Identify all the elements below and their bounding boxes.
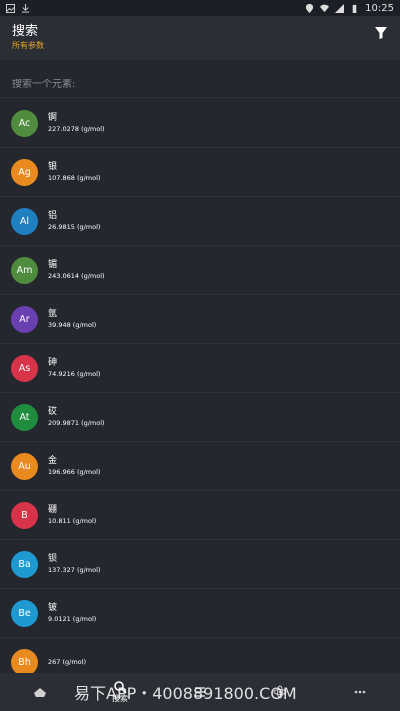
search-row xyxy=(0,60,400,98)
wifi-icon xyxy=(320,4,330,12)
element-mass: 209.9871 (g/mol) xyxy=(48,419,105,427)
filter-icon[interactable] xyxy=(374,26,388,40)
element-name: 砹 xyxy=(48,407,58,417)
list-item-text: 267 (g/mol) xyxy=(48,657,86,667)
element-mass: 9.0121 (g/mol) xyxy=(48,615,97,623)
watermark: 易下APP・4008891800.COM xyxy=(74,684,297,703)
list-item[interactable]: As 砷 74.9216 (g/mol) xyxy=(0,344,400,393)
nav-item-home[interactable] xyxy=(0,673,80,711)
element-name: 金 xyxy=(48,456,58,466)
list-item[interactable]: Am 镅 243.0614 (g/mol) xyxy=(0,246,400,295)
nav-item-more[interactable] xyxy=(320,673,400,711)
list-item[interactable]: Ac 锕 227.0278 (g/mol) xyxy=(0,99,400,148)
element-symbol-badge: Am xyxy=(11,256,38,284)
element-name: 砷 xyxy=(48,358,58,368)
list-item[interactable]: B 硼 10.811 (g/mol) xyxy=(0,491,400,540)
status-left xyxy=(6,3,30,13)
element-mass: 10.811 (g/mol) xyxy=(48,517,97,525)
list-item-text: 镅 243.0614 (g/mol) xyxy=(48,259,105,281)
element-symbol-badge: Au xyxy=(11,452,38,480)
status-right: 10:25 xyxy=(305,3,394,14)
list-item[interactable]: Au 金 196.966 (g/mol) xyxy=(0,442,400,491)
element-name: 钡 xyxy=(48,554,58,564)
home-icon xyxy=(34,688,46,697)
list-item-text: 铍 9.0121 (g/mol) xyxy=(48,602,96,624)
list-item-text: 氩 39.948 (g/mol) xyxy=(48,308,96,330)
signal-icon xyxy=(335,3,345,13)
list-item[interactable]: Bh 267 (g/mol) xyxy=(0,638,400,673)
list-item-text: 砷 74.9216 (g/mol) xyxy=(48,357,100,379)
list-item-text: 金 196.966 (g/mol) xyxy=(48,455,100,477)
location-icon xyxy=(306,3,314,13)
element-symbol-badge: Ag xyxy=(11,158,38,186)
list-item-text: 锕 227.0278 (g/mol) xyxy=(48,112,105,134)
list-item[interactable]: Ba 钡 137.327 (g/mol) xyxy=(0,540,400,589)
element-list: Ac 锕 227.0278 (g/mol) Ag 银 107.868 (g/mo… xyxy=(0,99,400,673)
element-mass: 196.966 (g/mol) xyxy=(48,468,101,476)
element-mass: 107.868 (g/mol) xyxy=(48,174,101,182)
element-symbol-badge: Bh xyxy=(11,648,38,673)
element-symbol-badge: Ac xyxy=(11,109,38,137)
element-mass: 227.0278 (g/mol) xyxy=(48,125,105,133)
list-item-text: 铝 26.9815 (g/mol) xyxy=(48,210,100,232)
list-item-text: 钡 137.327 (g/mol) xyxy=(48,553,100,575)
element-symbol-badge: B xyxy=(11,501,38,529)
list-item-text: 硼 10.811 (g/mol) xyxy=(48,504,96,526)
element-mass: 137.327 (g/mol) xyxy=(48,566,101,574)
list-item[interactable]: At 砹 209.9871 (g/mol) xyxy=(0,393,400,442)
page-title: 搜索 xyxy=(12,24,39,39)
page-subtitle: 所有参数 xyxy=(12,41,44,50)
element-mass: 39.948 (g/mol) xyxy=(48,321,97,329)
list-item-text: 砹 209.9871 (g/mol) xyxy=(48,406,105,428)
element-symbol-badge: Ar xyxy=(11,305,38,333)
list-item[interactable]: Ar 氩 39.948 (g/mol) xyxy=(0,295,400,344)
element-name: 铝 xyxy=(48,211,58,221)
battery-icon xyxy=(352,4,357,13)
list-item-text: 银 107.868 (g/mol) xyxy=(48,161,100,183)
element-mass: 267 (g/mol) xyxy=(48,658,86,666)
element-name: 氩 xyxy=(48,309,58,319)
download-icon xyxy=(21,3,30,13)
element-mass: 74.9216 (g/mol) xyxy=(48,370,101,378)
element-name: 硼 xyxy=(48,505,58,515)
list-item[interactable]: Al 铝 26.9815 (g/mol) xyxy=(0,197,400,246)
list-item[interactable]: Be 铍 9.0121 (g/mol) xyxy=(0,589,400,638)
image-notification-icon xyxy=(6,3,15,13)
element-mass: 243.0614 (g/mol) xyxy=(48,272,105,280)
element-name: 镅 xyxy=(48,260,58,270)
more-icon xyxy=(354,690,366,694)
element-symbol-badge: As xyxy=(11,354,38,382)
element-name: 铍 xyxy=(48,603,58,613)
list-item[interactable]: Ag 银 107.868 (g/mol) xyxy=(0,148,400,197)
element-mass: 26.9815 (g/mol) xyxy=(48,223,101,231)
status-bar: 10:25 xyxy=(0,0,400,16)
element-symbol-badge: Be xyxy=(11,599,38,627)
element-symbol-badge: Ba xyxy=(11,550,38,578)
element-symbol-badge: Al xyxy=(11,207,38,235)
element-name: 锕 xyxy=(48,113,58,123)
app-bar: 搜索 所有参数 xyxy=(0,16,400,60)
element-symbol-badge: At xyxy=(11,403,38,431)
search-input[interactable] xyxy=(12,79,388,90)
element-name: 银 xyxy=(48,162,58,172)
status-time: 10:25 xyxy=(365,2,394,14)
